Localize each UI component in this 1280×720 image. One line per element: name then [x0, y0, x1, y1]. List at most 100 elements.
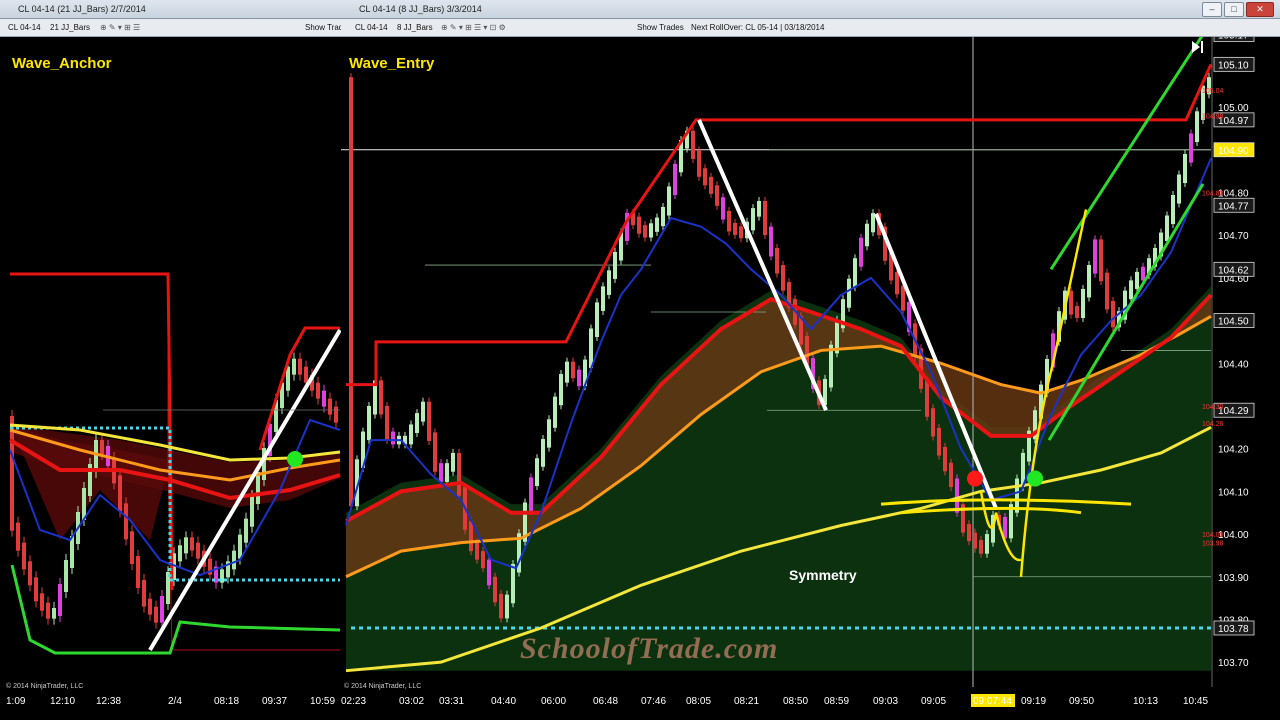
candle-body — [487, 559, 491, 586]
close-button[interactable]: ✕ — [1246, 2, 1274, 17]
x-tick-label: 09:37 — [262, 696, 287, 707]
candle-body — [577, 369, 581, 387]
maximize-button[interactable]: □ — [1224, 2, 1244, 17]
candle-body — [667, 186, 671, 216]
candle-body — [655, 217, 659, 232]
left-zoom-icon[interactable]: ⊕ ✎ ▾ ⊞ ☰ — [100, 19, 140, 36]
left-chart-svg[interactable]: 1:09 12:10 12:38 2/4 08:18 09:37 10:59 — [0, 37, 342, 720]
minimize-button[interactable]: – — [1202, 2, 1222, 17]
candle-body — [58, 584, 62, 616]
play-bar-icon — [1201, 41, 1203, 53]
candle-body — [955, 478, 959, 513]
x-tick-label: 2/4 — [168, 696, 182, 707]
candle-body — [1141, 266, 1145, 281]
candle-body — [328, 398, 332, 415]
candle-body — [304, 366, 308, 383]
candle-body — [589, 328, 593, 369]
candle-body — [148, 598, 152, 615]
candle-body — [1105, 272, 1109, 310]
right-zoom-icon[interactable]: ⊕ ✎ ▾ ⊞ ☰ ▾ ⊡ ⚙ — [441, 19, 506, 36]
candle-body — [451, 452, 455, 472]
candle-body — [94, 440, 98, 472]
small-red-tag: 104.26 — [1202, 421, 1224, 428]
y-tick-label: 104.40 — [1218, 359, 1249, 370]
y-tick-label: 104.70 — [1218, 231, 1249, 242]
x-tick-label: 09:07:44 — [973, 696, 1012, 707]
candle-body — [1189, 133, 1193, 163]
candle-body — [232, 550, 236, 570]
candle-body — [142, 580, 146, 607]
price-tag-label: 104.77 — [1218, 201, 1249, 212]
left-show-trades-button[interactable]: Show Trades — [305, 19, 341, 36]
right-copyright: © 2014 NinjaTrader, LLC — [344, 683, 422, 690]
candle-body — [367, 405, 371, 441]
candle-body — [427, 401, 431, 441]
candle-body — [1135, 271, 1139, 289]
right-show-trades-button[interactable]: Show Trades — [637, 19, 684, 36]
candle-body — [118, 475, 122, 512]
y-tick-label: 103.90 — [1218, 573, 1249, 584]
right-chart-svg[interactable]: 103.70103.80103.90104.00104.10104.20104.… — [341, 27, 1280, 720]
x-tick-label: 1:09 — [6, 696, 26, 707]
candle-body — [40, 593, 44, 611]
symmetry-annotation: Symmetry — [789, 567, 857, 583]
candle-body — [643, 225, 647, 238]
candle-body — [751, 208, 755, 231]
candle-body — [853, 258, 857, 288]
candle-body — [334, 406, 338, 423]
candle-body — [298, 358, 302, 375]
left-chart-area[interactable]: 1:09 12:10 12:38 2/4 08:18 09:37 10:59 — [0, 37, 342, 720]
right-chart-area[interactable]: 103.70103.80103.90104.00104.10104.20104.… — [341, 27, 1280, 720]
next-rollover-label: Next RollOver: CL 05-14 | 03/18/2014 — [691, 23, 825, 32]
candle-body — [445, 463, 449, 482]
left-instrument-select[interactable]: CL 04-14 — [8, 19, 41, 36]
candle-body — [52, 608, 56, 619]
left-interval-select[interactable]: 21 JJ_Bars — [50, 19, 90, 36]
candle-body — [949, 462, 953, 488]
x-tick-label: 09:05 — [921, 696, 946, 707]
candle-body — [1075, 306, 1079, 318]
left-title-bar[interactable]: CL 04-14 (21 JJ_Bars) 2/7/2014 — [0, 0, 341, 19]
candle-body — [967, 524, 971, 542]
price-tag-label: 104.62 — [1218, 265, 1249, 276]
candle-body — [943, 447, 947, 472]
x-tick-label: 09:03 — [873, 696, 898, 707]
candle-body — [196, 542, 200, 559]
x-tick-label: 03:02 — [399, 696, 424, 707]
candle-body — [511, 563, 515, 604]
candle-body — [349, 77, 353, 507]
candle-body — [316, 382, 320, 399]
green-channel-upper — [1049, 33, 1205, 271]
candle-body — [613, 251, 617, 279]
x-tick-label: 08:21 — [734, 696, 759, 707]
candle-body — [721, 197, 725, 220]
candle-body — [16, 522, 20, 551]
right-instrument-select[interactable]: CL 04-14 — [355, 19, 388, 36]
candle-body — [1081, 288, 1085, 318]
candle-body — [100, 440, 104, 454]
candle-body — [22, 542, 26, 570]
left-buy-dot — [287, 451, 303, 467]
candle-body — [649, 223, 653, 238]
y-tick-label: 103.70 — [1218, 658, 1249, 669]
candle-body — [493, 576, 497, 603]
candle-body — [499, 593, 503, 619]
x-tick-label: 12:38 — [96, 696, 121, 707]
left-window-title: CL 04-14 (21 JJ_Bars) 2/7/2014 — [18, 4, 146, 14]
x-tick-label: 02:23 — [341, 696, 366, 707]
candle-body — [637, 216, 641, 234]
candle-body — [739, 226, 743, 239]
candle-body — [757, 200, 761, 217]
candle-body — [985, 534, 989, 554]
candle-body — [715, 185, 719, 206]
right-interval-select[interactable]: 8 JJ_Bars — [397, 19, 433, 36]
candle-body — [244, 518, 248, 543]
candle-body — [28, 561, 32, 586]
x-tick-label: 08:05 — [686, 696, 711, 707]
candle-body — [433, 432, 437, 472]
candle-body — [727, 210, 731, 232]
candle-body — [703, 168, 707, 186]
candle-body — [1195, 111, 1199, 143]
candle-body — [733, 222, 737, 235]
right-title-bar[interactable]: CL 04-14 (8 JJ_Bars) 3/3/2014 – □ ✕ — [341, 0, 1280, 19]
